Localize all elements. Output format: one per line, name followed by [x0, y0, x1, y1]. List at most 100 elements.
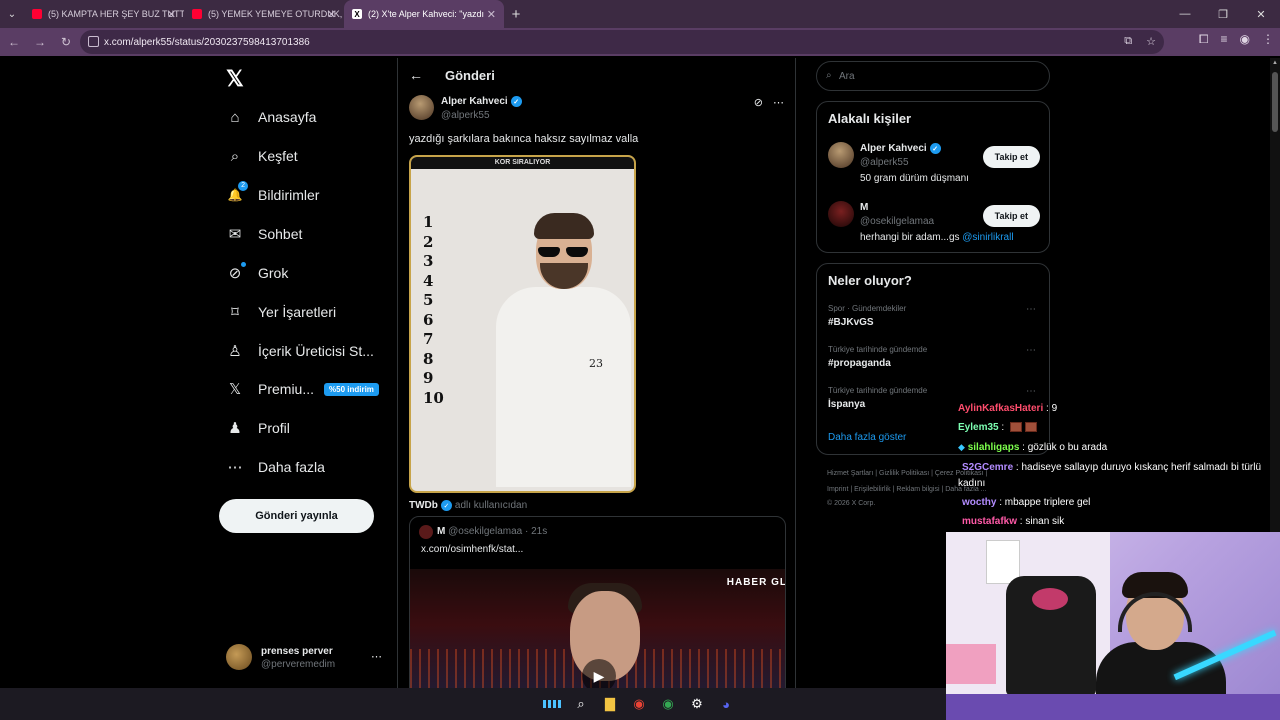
copyright: © 2026 X Corp. [827, 500, 876, 507]
back-arrow-icon[interactable]: ← [409, 67, 423, 83]
reload-icon[interactable]: ↻ [54, 30, 78, 54]
follow-button[interactable]: Takip et [982, 146, 1040, 168]
avatar [828, 201, 854, 227]
tab-2[interactable]: (5) YEMEK YEMEYE OTURDUK, A ✕ [184, 0, 344, 28]
quote-text[interactable]: x.com/osimhenfk/stat... [421, 544, 523, 555]
person-row[interactable]: M @osekilgelamaa herhangi bir adam...gs … [828, 201, 1040, 251]
more-circle-icon: ⋯ [227, 459, 243, 476]
avatar[interactable] [409, 95, 434, 120]
nav-label: Bildirimler [258, 187, 320, 203]
forward-icon[interactable]: → [28, 30, 52, 54]
tab-3-active[interactable]: X (2) X'te Alper Kahveci: "yazdı ✕ [344, 0, 504, 28]
search-icon[interactable]: ⌕ [572, 695, 590, 713]
more-icon[interactable]: ⋯ [1026, 345, 1036, 356]
nav-item-premium[interactable]: 𝕏 Premiu... %50 indirim [226, 376, 379, 402]
chat-message: AylinKafkasHateri : 9 [958, 403, 1058, 414]
menu-icon[interactable]: ⋮ [1262, 32, 1274, 47]
minimize-icon[interactable]: — [1166, 0, 1204, 28]
nav-item-explore[interactable]: ⌕ Keşfet [226, 143, 298, 169]
nav-item-notifications[interactable]: 🔔 2 Bildirimler [226, 181, 320, 208]
chat-message: mustafafkw : sinan sik [962, 516, 1065, 527]
profile-icon[interactable]: ◉ [1240, 32, 1250, 47]
author-handle[interactable]: @alperk55 [441, 110, 490, 121]
rank-number: 7 [423, 330, 434, 348]
youtube-icon [32, 9, 42, 19]
more-icon[interactable]: ⋯ [371, 650, 382, 663]
trend-item[interactable]: Türkiye tarihinde gündemde #propaganda ⋯ [828, 345, 1040, 379]
trend-title: #propaganda [828, 358, 891, 369]
chrome-icon[interactable]: ◉ [630, 695, 648, 713]
page-title: Gönderi [445, 68, 495, 83]
youtube-icon [192, 9, 202, 19]
nav-item-home[interactable]: ⌂ Anasayfa [226, 104, 316, 130]
steam-icon[interactable]: ⚙ [688, 695, 706, 713]
left-navigation: 𝕏 ⌂ Anasayfa ⌕ Keşfet 🔔 2 Bildirimler ✉ Sohbe… [218, 58, 388, 688]
nav-label: İçerik Üreticisi St... [258, 343, 374, 359]
grok-explain-icon[interactable]: ⊘ [754, 96, 763, 109]
chat-message: Eylem35 : [958, 422, 1037, 433]
account-name: prenses perver [261, 646, 333, 657]
file-explorer-icon[interactable]: ▇ [601, 695, 619, 713]
play-icon[interactable]: ▶ [582, 659, 616, 688]
nav-item-messages[interactable]: ✉ Sohbet [226, 221, 303, 247]
tab-strip: ⌄ (5) KAMPTA HER ŞEY BUZ TUTT ✕ (5) YEME… [0, 0, 1280, 28]
show-more-link[interactable]: Daha fazla göster [828, 432, 906, 443]
restore-icon[interactable]: ❐ [1204, 0, 1242, 28]
nav-item-grok[interactable]: ⊘ Grok [226, 260, 288, 286]
rank-number: 6 [423, 310, 434, 329]
follow-button[interactable]: Takip et [982, 205, 1040, 227]
mention-link[interactable]: @sinirlikrall [962, 232, 1013, 243]
url-input[interactable]: x.com/alperk55/status/203023759841370138… [80, 30, 1164, 54]
video-watermark: HABER GL [726, 577, 786, 588]
close-icon[interactable]: ✕ [487, 8, 496, 21]
more-icon[interactable]: ⋯ [773, 96, 784, 109]
emote-icon [1009, 422, 1022, 433]
nav-item-bookmarks[interactable]: ⌑ Yer İşaretleri [226, 299, 336, 325]
creator-icon: ♙ [228, 343, 242, 360]
account-handle: @perveremedim [261, 659, 336, 670]
discord-icon[interactable]: ◕ [717, 695, 735, 713]
bookmark-star-icon[interactable]: ☆ [1146, 35, 1156, 48]
address-bar-row: ← → ↻ x.com/alperk55/status/203023759841… [0, 28, 1280, 56]
search-input[interactable]: ⌕ Ara [816, 61, 1050, 91]
x-premium-icon: 𝕏 [228, 381, 242, 398]
media-icon[interactable]: ≡ [1221, 32, 1228, 47]
rank-number: 10 [423, 388, 444, 407]
extensions-icon[interactable]: ⧠ [1199, 32, 1209, 47]
account-switcher[interactable]: prenses perver @perveremedim ⋯ [226, 644, 386, 674]
nav-item-creator-studio[interactable]: ♙ İçerik Üreticisi St... [226, 338, 374, 364]
windows-start-icon[interactable] [543, 695, 561, 713]
x-logo-icon[interactable]: 𝕏 [226, 66, 244, 92]
search-icon: ⌕ [230, 147, 240, 165]
back-icon[interactable]: ← [2, 30, 26, 54]
rank-number: 5 [423, 291, 434, 309]
install-app-icon[interactable]: ⧉ [1124, 35, 1132, 48]
via-label[interactable]: TWDb ✓ adlı kullanıcıdan [409, 500, 527, 511]
trend-title: #BJKvGS [828, 317, 874, 328]
nav-item-profile[interactable]: ♟ Profil [226, 415, 290, 441]
person-handle: @alperk55 [860, 157, 909, 168]
site-info-icon[interactable] [88, 36, 99, 47]
person-row[interactable]: Alper Kahveci ✓ @alperk55 50 gram dürüm d… [828, 142, 1040, 192]
more-icon[interactable]: ⋯ [1026, 304, 1036, 315]
post-image[interactable]: KOR SIRALIYOR 1 2 3 4 5 6 7 8 9 10 23 [409, 155, 636, 493]
tab-1[interactable]: (5) KAMPTA HER ŞEY BUZ TUTT ✕ [24, 0, 184, 28]
chat-message: kadını [958, 478, 986, 489]
new-tab-button[interactable]: + [504, 6, 528, 23]
close-icon[interactable]: ✕ [167, 8, 176, 21]
nav-item-more[interactable]: ⋯ Daha fazla [226, 454, 325, 480]
video-player[interactable]: HABER GL ▶ [410, 569, 786, 688]
tab-title: (5) YEMEK YEMEYE OTURDUK, A [208, 9, 344, 19]
post-button[interactable]: Gönderi yayınla [219, 499, 374, 533]
close-icon[interactable]: ✕ [327, 8, 336, 21]
quoted-post[interactable]: M @osekilgelamaa · 21s x.com/osimhenfk/s… [409, 516, 786, 688]
close-window-icon[interactable]: ✕ [1242, 0, 1280, 28]
tab-search-chevron-icon[interactable]: ⌄ [0, 0, 24, 28]
trend-item[interactable]: Spor · Gündemdekiler #BJKvGS ⋯ [828, 304, 1040, 338]
chat-message: ◆ silahligaps : gözlük o bu arada [958, 442, 1108, 453]
image-number: 23 [589, 357, 603, 370]
author-name[interactable]: Alper Kahveci ✓ [441, 96, 522, 107]
more-icon[interactable]: ⋯ [1026, 386, 1036, 397]
chrome-profile-icon[interactable]: ◉ [659, 695, 677, 713]
nav-label: Anasayfa [258, 109, 317, 125]
